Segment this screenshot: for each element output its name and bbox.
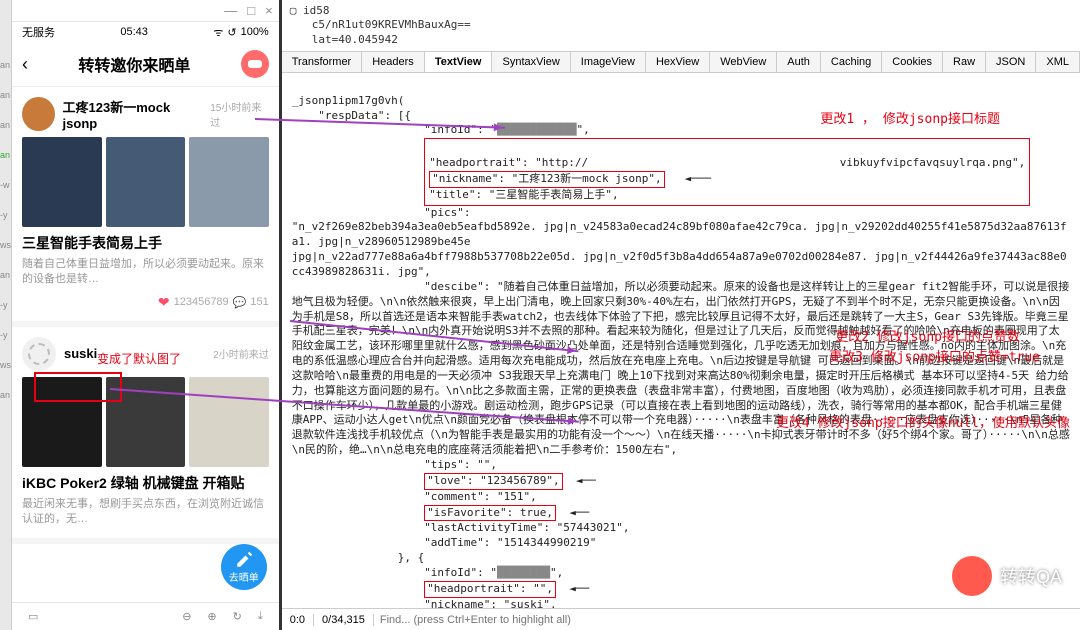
request-tree[interactable]: ▢ id58 c5/nR1ut09KREVMhBauxAg== lat=40.0… (282, 0, 1080, 51)
comment-icon[interactable]: 💬 (233, 296, 247, 309)
highlight-nickname: "nickname": "工疼123新一mock jsonp", (429, 171, 664, 188)
highlight-box: "headportrait": "http:// vibkuyfvipcfavq… (424, 138, 1030, 205)
avatar[interactable] (22, 97, 55, 131)
tree-row[interactable]: lat=40.045942 (290, 33, 1072, 47)
tab-hexview[interactable]: HexView (646, 52, 710, 72)
json-line: "descibe": (424, 280, 490, 293)
refresh-icon: ↺ (227, 26, 236, 39)
app-header: ‹ 转转邀你来晒单 (12, 42, 279, 87)
thumbnail[interactable] (106, 137, 186, 227)
nickname: 工疼123新一mock jsonp (63, 97, 203, 131)
json-line: "headportrait": "http:// vibkuyfvipcfavq… (429, 156, 1025, 169)
json-line: }, { (398, 551, 425, 564)
wifi-icon: ᯤ (213, 25, 223, 40)
tree-row[interactable]: c5/nR1ut09KREVMhBauxAg== (290, 18, 1072, 32)
highlight-isfavorite: "isFavorite": true, (424, 505, 556, 522)
highlight-love: "love": "123456789", (424, 473, 562, 490)
inspector-panel: ▢ id58 c5/nR1ut09KREVMhBauxAg== lat=40.0… (279, 0, 1080, 630)
gutter: anananan-w-ywsan-y-ywsan (0, 0, 12, 630)
back-button[interactable]: ‹ (22, 54, 28, 75)
tab-syntaxview[interactable]: SyntaxView (492, 52, 570, 72)
refresh-icon[interactable]: ↻ (233, 610, 242, 623)
zoom-out-icon[interactable]: ⊖ (182, 610, 191, 623)
page-title: 转转邀你来晒单 (78, 52, 190, 76)
post-time: 15小时前来过 (210, 99, 269, 129)
like-icon[interactable]: ❤ (158, 294, 170, 311)
annotation-3: 更改3 修改jsonp接口的点赞=true (829, 349, 1040, 367)
json-line: "infoId": "████████", (424, 566, 563, 579)
highlight-headportrait: "headportrait": "", (424, 581, 556, 598)
tab-imageview[interactable]: ImageView (571, 52, 646, 72)
tab-caching[interactable]: Caching (821, 52, 882, 72)
tab-raw[interactable]: Raw (943, 52, 986, 72)
bottombar: ▭ ⊖ ⊕ ↻ ⤓ (12, 602, 279, 630)
post-title: iKBC Poker2 绿轴 机械键盘 开箱贴 (22, 473, 269, 493)
thumbnail[interactable] (22, 137, 102, 227)
json-line: "n_v2f269e82beb394a3ea0eb5eafbd5892e. jp… (292, 220, 1067, 278)
fab-label: 去晒单 (229, 569, 259, 584)
watermark-logo-icon (952, 556, 992, 596)
tabstrip: Transformer Headers TextView SyntaxView … (282, 51, 1080, 73)
tree-row[interactable]: ▢ id58 (290, 4, 1072, 18)
tab-xml[interactable]: XML (1036, 52, 1080, 72)
byte-count: 0/34,315 (314, 614, 374, 626)
win-close-button[interactable]: × (265, 3, 273, 18)
download-icon[interactable]: ⤓ (258, 610, 263, 623)
tab-json[interactable]: JSON (986, 52, 1036, 72)
like-count: 123456789 (174, 296, 229, 308)
cursor-pos: 0:0 (282, 614, 314, 626)
highlight-box (34, 372, 122, 402)
watermark-text: 转转QA (1000, 563, 1062, 589)
post[interactable]: 工疼123新一mock jsonp 15小时前来过 三星智能手表简易上手 随着自… (12, 87, 279, 327)
post-title: 三星智能手表简易上手 (22, 233, 269, 253)
statusbar: 无服务 05:43 ᯤ ↺ 100% (12, 22, 279, 42)
annotation-default-avatar: 变成了默认图了 (97, 350, 181, 367)
edit-icon (235, 551, 253, 569)
nickname: suski (64, 346, 97, 361)
mascot-icon[interactable] (241, 50, 269, 78)
thumbnail[interactable] (189, 137, 269, 227)
json-line: "respData": [{ (318, 109, 411, 122)
json-line: "comment": "151", (424, 490, 537, 503)
annotation-1: 更改1 ， 修改jsonp接口标题 (820, 111, 1000, 129)
win-max-button[interactable]: □ (247, 3, 255, 18)
feed[interactable]: 工疼123新一mock jsonp 15小时前来过 三星智能手表简易上手 随着自… (12, 87, 279, 602)
json-line: "tips": "", (424, 458, 497, 471)
battery-label: 100% (241, 26, 269, 38)
post-desc: 随着自己体重日益增加，所以必须要动起来。原来的设备也是转… (22, 257, 269, 288)
win-min-button[interactable]: — (224, 3, 237, 18)
json-line: "lastActivityTime": "57443021", (424, 521, 629, 534)
json-line: "nickname": "suski", (424, 598, 556, 608)
json-line: "addTime": "1514344990219" (424, 536, 596, 549)
thumbnail[interactable] (189, 377, 269, 467)
clock: 05:43 (120, 26, 148, 38)
response-textview[interactable]: _jsonp1ipm17g0vh( "respData": [{ "infoId… (282, 73, 1080, 608)
find-input[interactable] (374, 614, 1080, 626)
nav-icon[interactable]: ▭ (28, 610, 38, 623)
json-line: "pics": (424, 206, 470, 219)
fab-post-button[interactable]: 去晒单 (221, 544, 267, 590)
tab-auth[interactable]: Auth (777, 52, 821, 72)
post-time: 2小时前来过 (213, 346, 269, 361)
json-line: "title": "三星智能手表简易上手", (429, 188, 618, 201)
phone-emulator: — □ × 无服务 05:43 ᯤ ↺ 100% ‹ 转转邀你来晒单 工疼123… (12, 0, 279, 630)
carrier-label: 无服务 (22, 24, 55, 40)
window-titlebar: — □ × (12, 0, 279, 22)
zoom-in-icon[interactable]: ⊕ (207, 610, 216, 623)
annotation-4: 更改4 修改jsonp接口的头像null，使用默认头像 (776, 415, 1070, 433)
tab-webview[interactable]: WebView (710, 52, 777, 72)
json-line: _jsonp1ipm17g0vh( (292, 94, 405, 107)
tab-textview[interactable]: TextView (425, 52, 493, 72)
watermark: 转转QA (952, 556, 1062, 596)
comment-count: 151 (250, 296, 268, 308)
post-desc: 最近闲来无事，想刷手买点东西，在浏览附近诚信认证的，无… (22, 497, 269, 528)
tab-transformer[interactable]: Transformer (282, 52, 363, 72)
avatar-default[interactable] (22, 337, 56, 371)
annotation-2: 更改2 修改jsonp接口的点赞数 (835, 329, 1020, 347)
tab-headers[interactable]: Headers (362, 52, 425, 72)
tab-cookies[interactable]: Cookies (882, 52, 943, 72)
status-line: 0:0 0/34,315 (282, 608, 1080, 630)
